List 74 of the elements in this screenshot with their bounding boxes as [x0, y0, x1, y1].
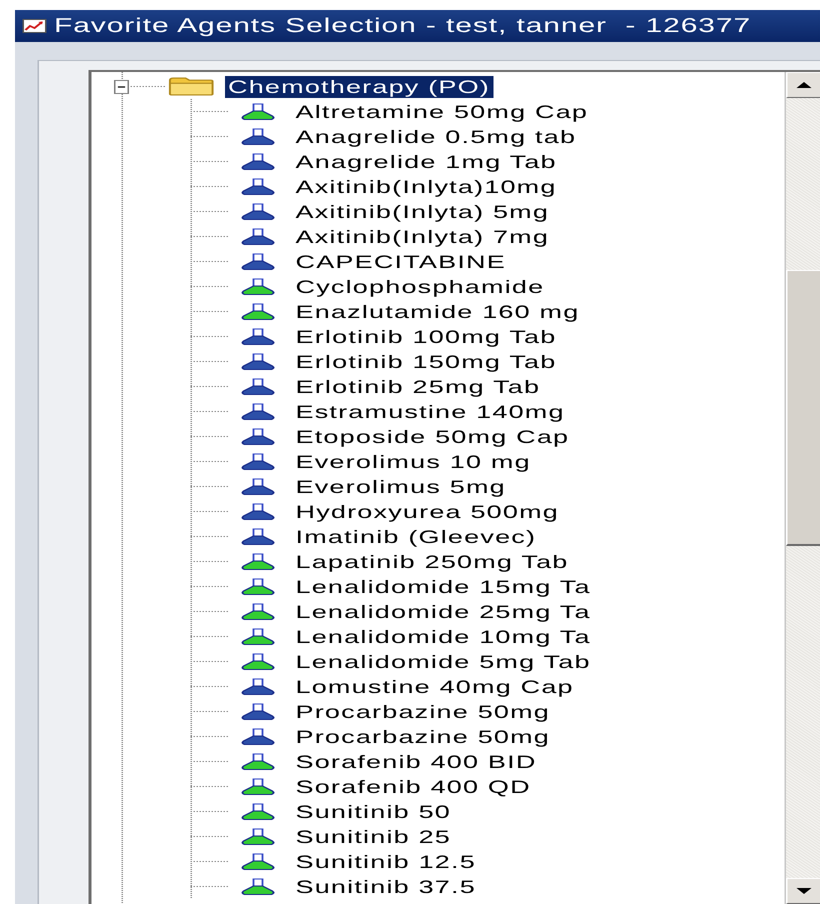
tree-item[interactable]: Sunitinib 37.5: [292, 876, 479, 898]
tree-item[interactable]: Enazlutamide 160 mg: [292, 300, 582, 322]
flask-icon: [242, 178, 274, 195]
flask-icon: [242, 302, 274, 320]
flask-icon: [242, 452, 274, 470]
flask-icon: [242, 552, 274, 570]
tree-item[interactable]: Lenalidomide 15mg Ta: [292, 576, 594, 598]
down-arrow-icon: [796, 888, 812, 894]
tree-item[interactable]: Sorafenib 400 BID: [292, 750, 540, 772]
flask-icon: [242, 702, 274, 720]
tree-item[interactable]: Hydroxyurea 500mg: [292, 500, 562, 522]
flask-icon: [242, 202, 274, 220]
flask-icon: [242, 328, 274, 345]
flask-icon: [242, 528, 274, 545]
tree-item[interactable]: Sunitinib 25: [292, 826, 454, 848]
tree-item[interactable]: Imatinib (Gleevec): [292, 526, 540, 548]
flask-icon: [242, 728, 274, 745]
flask-icon: [242, 578, 274, 595]
tree-item[interactable]: Erlotinib 150mg Tab: [292, 350, 560, 372]
flask-icon: [242, 278, 274, 295]
flask-icon: [242, 852, 274, 870]
flask-icon: [242, 228, 274, 245]
tree-item[interactable]: Sunitinib 12.5: [292, 850, 479, 872]
tree-item[interactable]: Procarbazine 50mg: [292, 700, 554, 722]
tree-item[interactable]: Erlotinib 25mg Tab: [292, 376, 544, 398]
flask-icon: [242, 802, 274, 820]
tree-item[interactable]: Everolimus 10 mg: [292, 450, 534, 472]
tree-item[interactable]: Estramustine 140mg: [292, 400, 568, 422]
tree-item[interactable]: Etoposide 50mg Cap: [292, 426, 572, 448]
tree-folder[interactable]: Chemotherapy (PO): [225, 76, 493, 98]
tree-item[interactable]: Sunitinib 50: [292, 800, 454, 822]
tree-item[interactable]: Lenalidomide 25mg Ta: [292, 600, 594, 622]
tree-item[interactable]: Cyclophosphamide: [292, 276, 548, 298]
tree-item[interactable]: Lapatinib 250mg Tab: [292, 550, 572, 572]
tree-item[interactable]: Axitinib(Inlyta)10mg: [292, 176, 560, 198]
flask-icon: [242, 828, 274, 845]
scroll-thumb[interactable]: [786, 270, 820, 546]
tree-item[interactable]: Everolimus 5mg: [292, 476, 509, 498]
flask-icon: [242, 402, 274, 420]
tree-item[interactable]: Procarbazine 50mg: [292, 726, 554, 748]
collapse-toggle[interactable]: [114, 80, 129, 94]
scroll-down-button[interactable]: [786, 878, 820, 904]
tree-item[interactable]: Anagrelide 0.5mg tab: [292, 126, 580, 148]
flask-icon: [242, 128, 274, 145]
flask-icon: [242, 752, 274, 770]
flask-icon: [242, 502, 274, 520]
flask-icon: [242, 678, 274, 695]
tree-item[interactable]: Altretamine 50mg Cap: [292, 100, 592, 122]
up-arrow-icon: [796, 82, 812, 88]
tree-item[interactable]: Erlotinib 100mg Tab: [292, 326, 560, 348]
flask-icon: [242, 652, 274, 670]
folder-icon: [168, 77, 214, 96]
tree-item[interactable]: Axitinib(Inlyta) 5mg: [292, 200, 552, 222]
scrollbar[interactable]: [784, 72, 820, 904]
tree-item[interactable]: CAPECITABINE: [292, 250, 509, 272]
window-title: Favorite Agents Selection - test, tanner - 126377: [54, 14, 752, 38]
scroll-up-button[interactable]: [786, 72, 820, 98]
flask-icon: [242, 778, 274, 795]
flask-icon: [242, 428, 274, 445]
tree-item[interactable]: Lenalidomide 10mg Ta: [292, 626, 594, 648]
flask-icon: [242, 478, 274, 495]
flask-icon: [242, 602, 274, 620]
tree-item[interactable]: Sorafenib 400 QD: [292, 776, 534, 798]
flask-icon: [242, 378, 274, 395]
flask-icon: [242, 252, 274, 270]
flask-icon: [242, 152, 274, 170]
flask-icon: [242, 102, 274, 120]
flask-icon: [242, 878, 274, 895]
flask-icon: [242, 352, 274, 370]
tree-item[interactable]: Lomustine 40mg Cap: [292, 676, 577, 698]
tree-item[interactable]: Axitinib(Inlyta) 7mg: [292, 226, 552, 248]
tree-item[interactable]: Anagrelide 1mg Tab: [292, 150, 560, 172]
tree-item[interactable]: Lenalidomide 5mg Tab: [292, 650, 594, 672]
flask-icon: [242, 628, 274, 645]
